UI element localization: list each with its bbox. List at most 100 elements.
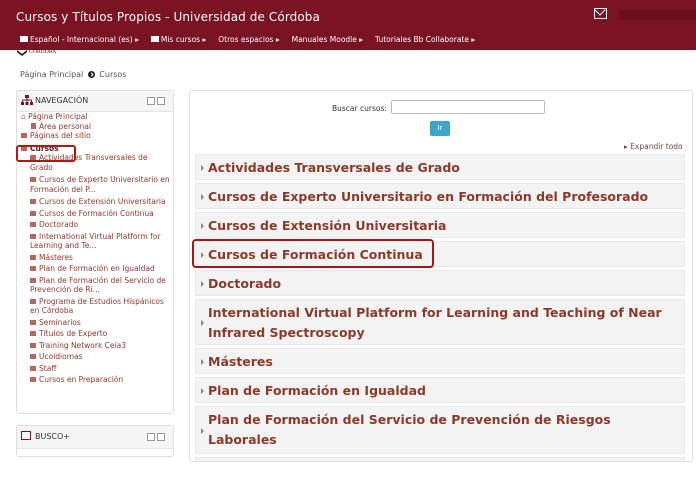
nav-category[interactable]: Másteres [30,253,172,263]
nav-category[interactable]: Ucoidiomas [30,352,172,362]
briefcase-icon [150,36,159,42]
nav-category[interactable]: International Virtual Platform for Learn… [30,232,172,251]
mail-icon[interactable] [594,8,607,19]
folder-icon [30,222,36,227]
nav-category[interactable]: Cursos de Extensión Universitaria [30,197,172,207]
category-row[interactable]: Cursos de Extensión Universitaria [195,212,685,238]
block-controls[interactable] [147,97,165,105]
nav-label: Títulos de Experto [39,329,108,338]
folder-icon [30,354,36,359]
category-title[interactable]: Plan de Formación del Servicio de Preven… [208,410,648,450]
menu-label: Español - Internacional (es) ▸ [30,34,139,44]
nav-category[interactable]: Títulos de Experto [30,329,172,339]
category-title[interactable]: International Virtual Platform for Learn… [208,303,678,343]
category-title[interactable]: Actividades Transversales de Grado [208,158,460,178]
block-controls[interactable] [147,433,165,441]
expand-all-label: Expandir todo [630,142,683,151]
home-icon: ⌂ [21,112,26,121]
folder-icon [30,233,36,239]
nav-category[interactable]: Plan de Formación del Servicio de Preven… [30,276,172,295]
folder-icon [30,254,36,260]
caret-right-icon: ▸ [624,142,628,151]
collapse-icon[interactable] [157,97,165,105]
nav-label: Staff [39,363,57,373]
dock-icon[interactable] [147,97,155,105]
category-row[interactable] [195,457,685,461]
folder-icon [30,365,36,371]
page-icon [31,122,36,129]
folder-icon [30,177,36,182]
breadcrumb-home[interactable]: Página Principal [20,70,83,79]
breadcrumb: Página Principal Cursos [20,70,126,79]
nav-label: Ucoidiomas [39,352,83,361]
busco-block: BUSCO+ [16,425,174,457]
nav-label: Área personal [39,121,92,131]
caret-right-icon [201,320,204,326]
search-input[interactable] [391,100,545,114]
courses-highlight-box [16,145,76,162]
category-title[interactable]: Másteres [208,352,273,372]
folder-icon [30,199,36,204]
custom-menu: Español - Internacional (es) ▸ Mis curso… [20,33,487,45]
menu-my-courses[interactable]: Mis cursos ▸ [150,33,207,45]
menu-language[interactable]: Español - Internacional (es) ▸ [20,33,139,45]
nav-category[interactable]: Seminarios [30,318,172,328]
flag-icon [20,36,28,42]
course-categories-panel: Buscar cursos: Ir ▸ Expandir todo Activi… [189,90,693,462]
nav-label: Programa de Estudios Hispánicos en Córdo… [30,296,164,316]
navigation-block: NAVEGACIÓN ⌂ Página Principal Área perso… [16,90,174,414]
nav-category[interactable]: Cursos de Experto Universitario en Forma… [30,175,172,194]
nav-category[interactable]: Training Network Ceia3 [30,341,172,351]
folder-icon [30,210,36,216]
dock-icon[interactable] [147,433,155,441]
nav-label: Plan de Formación en Igualdad [39,264,155,273]
category-row[interactable]: Plan de Formación en Igualdad [195,377,685,403]
nav-label: Doctorado [39,220,79,229]
user-menu[interactable] [619,10,696,20]
expand-all-link[interactable]: ▸ Expandir todo [624,142,683,151]
category-row[interactable]: Doctorado [195,270,685,296]
caret-right-icon [201,428,204,434]
menu-label: Tutoriales Bb Collaborate ▸ [375,34,476,44]
menu-label: Manuales Moodle ▸ [291,34,364,44]
search-button[interactable]: Ir [430,121,450,136]
nav-category[interactable]: Cursos de Formación Continua [30,209,172,219]
collapse-icon[interactable] [157,433,165,441]
breadcrumb-courses[interactable]: Cursos [99,70,126,79]
nav-category[interactable]: Doctorado [30,220,172,230]
menu-moodle-manuals[interactable]: Manuales Moodle ▸ [292,33,363,45]
category-row[interactable]: Plan de Formación del Servicio de Preven… [195,406,685,454]
folder-icon [30,298,36,304]
nav-label: Training Network Ceia3 [39,340,126,350]
folder-icon [30,319,36,325]
nav-home[interactable]: ⌂ Página Principal [21,112,169,122]
menu-bb-collaborate[interactable]: Tutoriales Bb Collaborate ▸ [375,33,475,45]
category-title[interactable]: Plan de Formación en Igualdad [208,381,426,401]
nav-label: Cursos de Formación Continua [39,208,154,218]
busco-title: BUSCO+ [35,432,71,441]
nav-label: Página Principal [28,112,88,121]
caret-right-icon [201,165,204,171]
category-row[interactable]: Actividades Transversales de Grado [195,154,685,180]
category-row[interactable]: Másteres [195,348,685,374]
site-title[interactable]: Cursos y Títulos Propios - Universidad d… [16,10,320,24]
search-label: Buscar cursos: [332,104,387,113]
university-logo[interactable]: CORDOBA [16,46,76,60]
nav-category[interactable]: Programa de Estudios Hispánicos en Córdo… [30,297,172,316]
nav-label: Páginas del sitio [30,131,91,140]
folder-icon [21,133,27,138]
category-title[interactable]: Doctorado [208,274,281,294]
nav-personal-area[interactable]: Área personal [21,122,169,132]
nav-category[interactable]: Staff [30,364,172,374]
nav-category[interactable]: Plan de Formación en Igualdad [30,264,172,274]
category-title[interactable]: Cursos de Experto Universitario en Forma… [208,187,648,207]
category-row[interactable]: Cursos de Experto Universitario en Forma… [195,183,685,209]
nav-site-pages[interactable]: Páginas del sitio [21,131,169,141]
menu-other-spaces[interactable]: Otros espacios ▸ [218,33,279,45]
menu-label: Mis cursos ▸ [160,34,207,44]
caret-right-icon [201,194,204,200]
nav-category[interactable]: Cursos en Preparación [30,375,172,385]
category-row[interactable]: International Virtual Platform for Learn… [195,299,685,345]
folder-icon [30,331,36,336]
category-title[interactable]: Cursos de Extensión Universitaria [208,216,447,236]
